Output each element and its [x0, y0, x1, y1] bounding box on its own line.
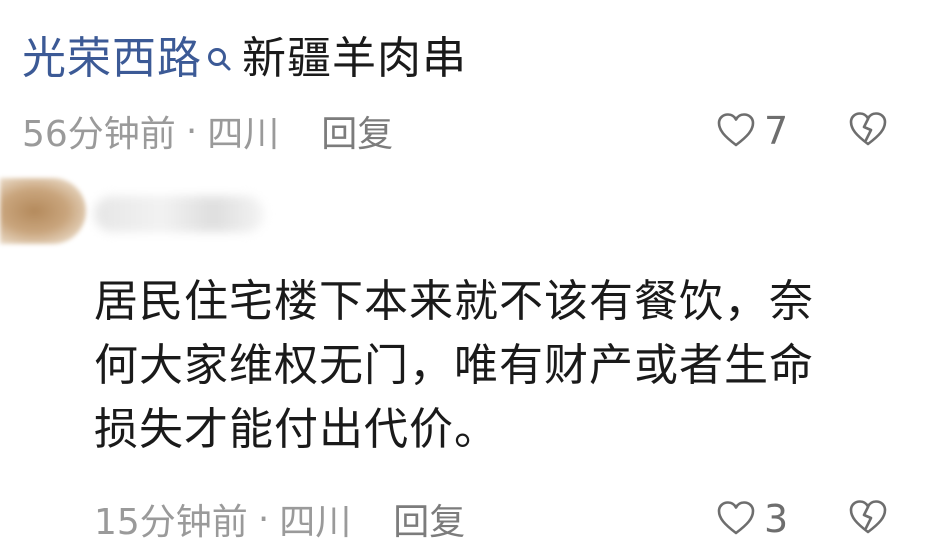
comment-1-meta: 56分钟前 · 四川 回复 — [22, 106, 393, 156]
comment-1-text: 光荣西路 新疆羊肉串 — [22, 22, 467, 86]
comment-2-reply-button[interactable]: 回复 — [393, 493, 465, 545]
search-keyword-link[interactable]: 光荣西路 — [22, 22, 202, 86]
search-icon[interactable] — [206, 32, 232, 71]
comment-1-like-button[interactable]: 7 — [716, 106, 788, 156]
heart-outline-icon — [717, 501, 755, 535]
comment-2-dislike-button[interactable] — [848, 498, 888, 542]
comment-1-dislike-button[interactable] — [848, 110, 888, 154]
meta-separator: · — [185, 110, 198, 152]
broken-heart-icon — [849, 500, 887, 534]
username-redacted[interactable] — [94, 196, 264, 232]
comment-2-like-count: 3 — [764, 497, 789, 541]
comment-2-line: 损失才能付出代价。 — [94, 404, 499, 455]
heart-outline-icon — [717, 113, 755, 147]
comment-1-body: 新疆羊肉串 — [242, 33, 467, 84]
comment-1-like-count: 7 — [764, 109, 789, 153]
broken-heart-icon — [849, 112, 887, 146]
comment-2-line: 何大家维权无门，唯有财产或者生命 — [94, 340, 814, 391]
comment-1-location: 四川 — [207, 114, 280, 155]
comment-1-time: 56分钟前 — [22, 114, 176, 155]
comment-1-reply-button[interactable]: 回复 — [321, 105, 393, 157]
meta-separator: · — [257, 498, 270, 540]
comment-2-line: 居民住宅楼下本来就不该有餐饮，奈 — [94, 276, 814, 327]
comment-2-like-button[interactable]: 3 — [716, 494, 788, 544]
comment-2-text: 居民住宅楼下本来就不该有餐饮，奈 何大家维权无门，唯有财产或者生命 损失才能付出… — [94, 270, 914, 462]
comment-2-time: 15分钟前 — [94, 502, 248, 543]
avatar[interactable] — [0, 178, 86, 244]
comment-2-meta: 15分钟前 · 四川 回复 — [94, 494, 465, 544]
comment-2-location: 四川 — [279, 502, 352, 543]
